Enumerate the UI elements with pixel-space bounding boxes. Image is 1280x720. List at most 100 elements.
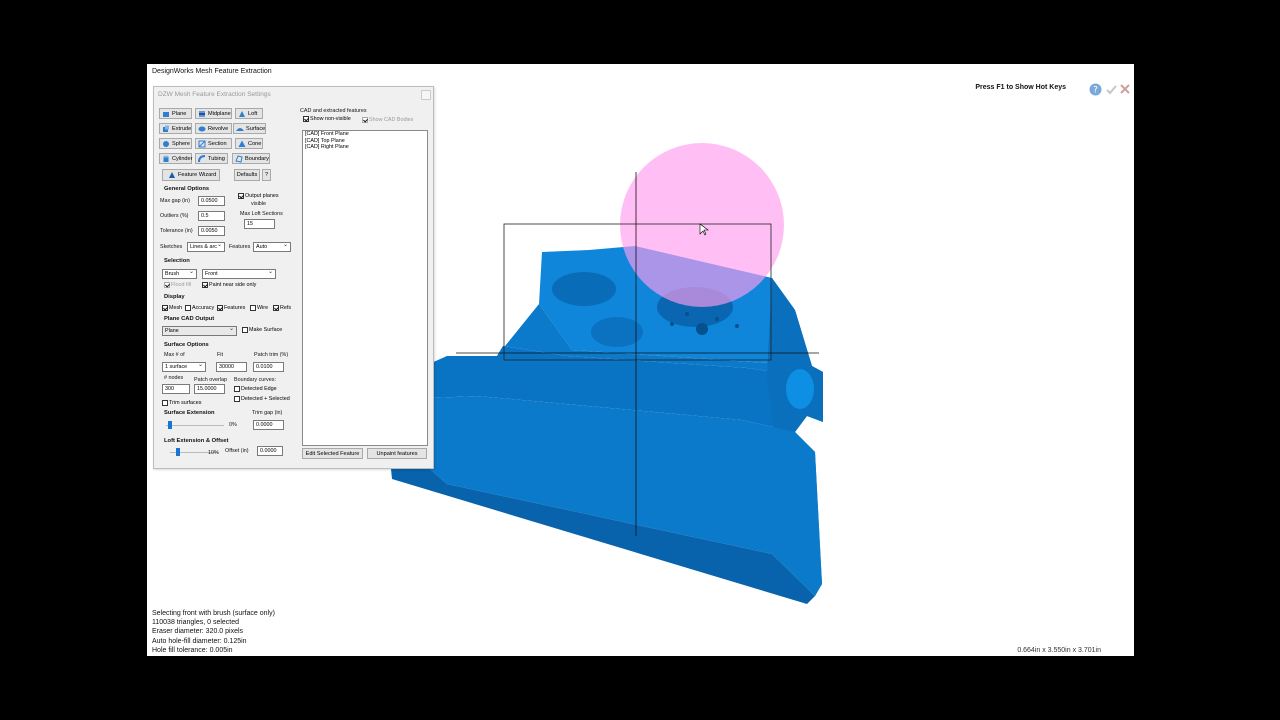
offset-label: Offset (in)	[225, 448, 249, 454]
mesh-bore-1	[696, 323, 708, 335]
feature-list[interactable]: [CAD] Front Plane [CAD] Top Plane [CAD] …	[302, 130, 428, 446]
plane-cad-type-select[interactable]: Plane	[162, 325, 237, 336]
checkbox-box	[234, 396, 240, 402]
cone-icon	[238, 140, 246, 148]
defaults-button[interactable]: Defaults	[234, 169, 260, 181]
midplane-button[interactable]: Midplane	[195, 108, 232, 119]
loft-extension-value: 10%	[208, 450, 219, 456]
patch-trim-input[interactable]: 0.0100	[253, 362, 284, 372]
cylinder-button[interactable]: Cylinder	[159, 153, 193, 164]
nodes-label: # nodes	[164, 375, 184, 381]
trim-gap-label: Trim gap (in)	[252, 410, 283, 416]
feature-wizard-button[interactable]: Feature Wizard	[162, 169, 220, 181]
tolerance-input[interactable]: 0.0050	[198, 226, 225, 236]
patch-overlap-label: Patch overlap	[194, 377, 227, 383]
display-features-checkbox[interactable]: Features	[217, 305, 245, 311]
detected-selected-checkbox[interactable]: Detected + Selected	[234, 396, 290, 402]
mesh-bore-2	[670, 322, 674, 326]
panel-title: DZW Mesh Feature Extraction Settings	[158, 91, 271, 98]
tolerance-label: Tolerance (in)	[160, 228, 193, 234]
wizard-icon	[168, 171, 176, 179]
slider-thumb[interactable]	[176, 448, 180, 456]
features-label: Features	[229, 244, 251, 250]
loft-extension-heading: Loft Extension & Offset	[164, 438, 229, 444]
flood-fill-checkbox[interactable]: Flood fill	[164, 282, 191, 288]
checkbox-box	[273, 305, 279, 311]
outliers-input[interactable]: 0.5	[198, 211, 225, 221]
display-wire-checkbox[interactable]: Wire	[250, 305, 268, 311]
sketches-select[interactable]: Lines & arc	[187, 241, 225, 252]
midplane-icon	[198, 110, 206, 118]
status-line: Auto hole-fill diameter: 0.125in	[152, 637, 247, 645]
section-button[interactable]: Section	[195, 138, 232, 149]
cad-features-heading: CAD and extracted features	[300, 108, 367, 114]
tubing-button[interactable]: Tubing	[195, 153, 228, 164]
patch-overlap-input[interactable]: 15.0000	[194, 384, 225, 394]
app-window: DesignWorks Mesh Feature Extraction Pres…	[147, 64, 1134, 656]
status-line: Hole fill tolerance: 0.005in	[152, 646, 233, 654]
status-line: 110038 triangles, 0 selected	[152, 619, 240, 627]
loft-icon	[238, 110, 246, 118]
checkbox-box	[250, 305, 256, 311]
surface-button[interactable]: Surface	[233, 123, 266, 134]
surface-icon	[236, 125, 244, 133]
paint-near-side-checkbox[interactable]: Paint near side only	[202, 282, 256, 288]
loft-button[interactable]: Loft	[235, 108, 263, 119]
cone-button[interactable]: Cone	[235, 138, 263, 149]
help-icon[interactable]: ?	[1088, 82, 1102, 96]
panel-close-button[interactable]	[421, 90, 431, 100]
revolve-button[interactable]: Revolve	[195, 123, 232, 134]
plane-button[interactable]: Plane	[159, 108, 192, 119]
fit-input[interactable]: 30000	[216, 362, 247, 372]
section-icon	[198, 140, 206, 148]
app-title: DesignWorks Mesh Feature Extraction	[152, 68, 272, 75]
settings-panel: DZW Mesh Feature Extraction Settings Pla…	[153, 86, 434, 469]
mesh-model	[389, 246, 823, 604]
max-gap-label: Max gap (in)	[160, 198, 190, 204]
display-mesh-checkbox[interactable]: Mesh	[162, 305, 182, 311]
show-nonvisible-checkbox[interactable]: Show non-visible	[303, 116, 351, 122]
plane-cad-heading: Plane CAD Output	[164, 316, 215, 322]
surface-extension-slider[interactable]	[166, 421, 224, 429]
detected-edge-checkbox[interactable]: Detected Edge	[234, 386, 277, 392]
display-heading: Display	[164, 294, 185, 300]
surface-extension-heading: Surface Extension	[164, 410, 215, 416]
selection-mode-select[interactable]: Brush	[162, 268, 197, 279]
selection-brush-circle[interactable]	[620, 143, 784, 307]
offset-input[interactable]: 0.0000	[257, 446, 283, 456]
trim-gap-input[interactable]: 0.0000	[253, 420, 284, 430]
boundary-icon	[235, 154, 243, 163]
extrude-button[interactable]: Extrude	[159, 123, 192, 134]
make-surface-checkbox[interactable]: Make Surface	[242, 327, 282, 333]
show-cad-bodies-checkbox[interactable]: Show CAD Bodies	[362, 117, 413, 123]
checkbox-box	[217, 305, 223, 311]
max-gap-input[interactable]: 0.0500	[198, 196, 225, 206]
features-select[interactable]: Auto	[253, 241, 291, 252]
edit-selected-feature-button[interactable]: Edit Selected Feature	[302, 448, 363, 459]
checkbox-box	[162, 305, 168, 311]
tubing-icon	[198, 154, 206, 163]
max-surfaces-select[interactable]: 1 surface	[162, 361, 206, 372]
checkbox-box	[162, 400, 168, 406]
help-button[interactable]: ?	[262, 169, 271, 181]
selection-target-select[interactable]: Front	[202, 268, 276, 279]
status-line: Eraser diameter: 320.0 pixels	[152, 628, 244, 636]
list-item[interactable]: [CAD] Right Plane	[303, 144, 427, 151]
display-accuracy-checkbox[interactable]: Accuracy	[185, 305, 214, 311]
sketches-label: Sketches	[160, 244, 183, 250]
max-loft-input[interactable]: 15	[244, 219, 275, 229]
accept-check-icon[interactable]	[1104, 82, 1118, 96]
general-options-heading: General Options	[164, 186, 210, 192]
nodes-input[interactable]: 300	[162, 384, 190, 394]
trim-surfaces-checkbox[interactable]: Trim surfaces	[162, 400, 201, 406]
slider-thumb[interactable]	[168, 421, 172, 429]
display-refs-checkbox[interactable]: Refs	[273, 305, 291, 311]
mesh-hole-large	[552, 272, 616, 306]
checkbox-box	[202, 282, 208, 288]
sphere-button[interactable]: Sphere	[159, 138, 192, 149]
unpaint-features-button[interactable]: Unpaint features	[367, 448, 427, 459]
close-icon[interactable]	[1118, 82, 1132, 96]
output-planes-checkbox[interactable]: Output planes	[238, 193, 279, 199]
outliers-label: Outliers (%)	[160, 213, 189, 219]
boundary-button[interactable]: Boundary	[232, 153, 270, 164]
